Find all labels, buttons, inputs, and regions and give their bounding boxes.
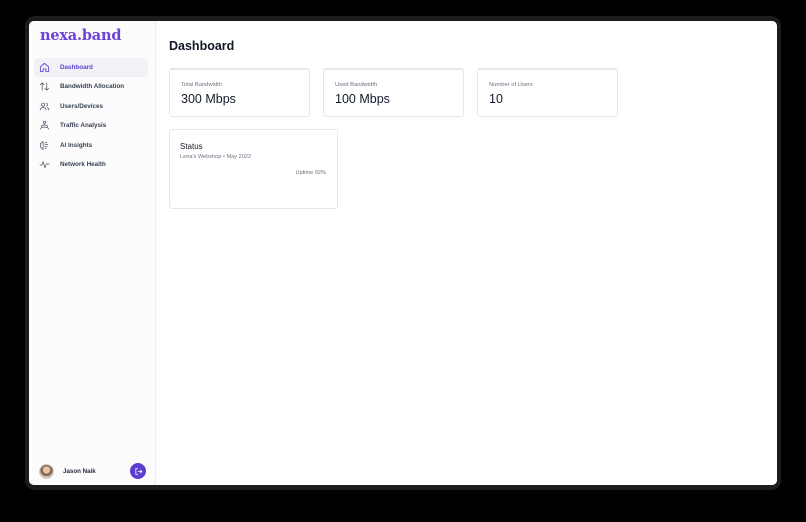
status-subtitle: Lena's Webshop • May 2022: [180, 154, 252, 160]
sidebar-item-bandwidth-allocation[interactable]: Bandwidth Allocation: [34, 77, 148, 96]
home-icon: [39, 62, 50, 73]
stat-value: 10: [489, 92, 503, 106]
sidebar-item-dashboard[interactable]: Dashboard: [34, 58, 148, 77]
stat-label: Total Bandwidth: [181, 82, 222, 88]
traffic-icon: [39, 120, 50, 131]
sidebar-item-users-devices[interactable]: Users/Devices: [34, 97, 148, 116]
status-card[interactable]: Status Lena's Webshop • May 2022 Uptime …: [169, 129, 338, 209]
sidebar-item-label: Bandwidth Allocation: [60, 83, 125, 91]
logout-button[interactable]: [130, 463, 146, 479]
users-icon: [39, 101, 50, 112]
user-name: Jason Naik: [63, 468, 96, 475]
stat-value: 100 Mbps: [335, 92, 390, 106]
stat-value: 300 Mbps: [181, 92, 236, 106]
stat-card-total-bandwidth: Total Bandwidth 300 Mbps: [169, 68, 310, 117]
status-uptime: Uptime 92%: [295, 170, 326, 176]
sidebar-item-label: Traffic Analysis: [60, 122, 107, 130]
sidebar-item-traffic-analysis[interactable]: Traffic Analysis: [34, 116, 148, 135]
status-title: Status: [180, 142, 203, 151]
ai-brain-icon: [39, 140, 50, 151]
sidebar-item-label: AI Insights: [60, 141, 93, 149]
avatar[interactable]: [39, 464, 54, 479]
arrows-up-down-icon: [39, 81, 50, 92]
app-window: nexa.band Dashboard Bandwidth Allocation…: [29, 21, 777, 485]
stat-card-number-of-users: Number of Users 10: [477, 68, 618, 117]
pulse-icon: [39, 159, 50, 170]
stat-label: Number of Users: [489, 82, 533, 88]
app-logo[interactable]: nexa.band: [40, 27, 121, 44]
sidebar-nav: Dashboard Bandwidth Allocation Users/Dev…: [34, 58, 148, 174]
sidebar-item-network-health[interactable]: Network Health: [34, 155, 148, 174]
stat-card-used-bandwidth: Used Bandwidth 100 Mbps: [323, 68, 464, 117]
user-profile: Jason Naik: [39, 463, 146, 480]
main-content: Dashboard Total Bandwidth 300 Mbps Used …: [156, 21, 777, 485]
sidebar-item-label: Network Health: [60, 160, 106, 168]
sidebar: nexa.band Dashboard Bandwidth Allocation…: [29, 21, 156, 485]
page-title: Dashboard: [169, 39, 235, 53]
sidebar-item-ai-insights[interactable]: AI Insights: [34, 136, 148, 155]
stat-label: Used Bandwidth: [335, 82, 378, 88]
logout-icon: [134, 467, 143, 476]
sidebar-item-label: Users/Devices: [60, 102, 104, 110]
sidebar-item-label: Dashboard: [60, 64, 93, 71]
